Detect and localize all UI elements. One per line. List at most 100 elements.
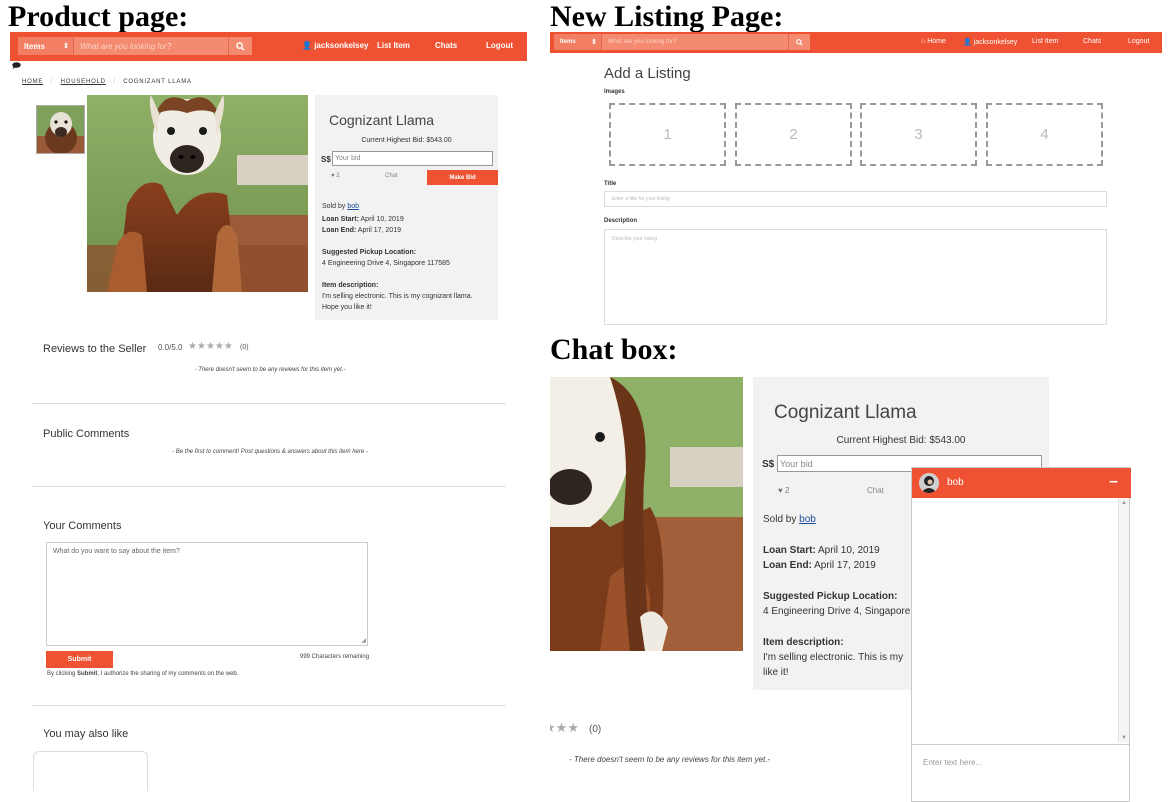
breadcrumb-household[interactable]: HOUSEHOLD — [61, 79, 106, 85]
loan-end-label: Loan End: — [322, 227, 357, 234]
page-title: Add a Listing — [604, 65, 691, 82]
public-comments-title: Public Comments — [43, 428, 130, 440]
heart-icon: ♥ — [331, 173, 335, 179]
chat-messages-area[interactable] — [912, 498, 1129, 743]
seller-link[interactable]: bob — [347, 203, 359, 210]
star-icon: ★ — [555, 720, 568, 735]
chat-box-header[interactable]: bob – — [912, 468, 1131, 498]
new-listing-screenshot: Items ⇕ What are you looking for? ⌂ Home… — [550, 32, 1162, 327]
chat-button[interactable]: Chat — [867, 486, 884, 495]
reviews-empty-message: - There doesn't seem to be any reviews f… — [194, 367, 346, 373]
minimize-icon[interactable]: – — [1109, 473, 1118, 491]
description-label: Item description: — [322, 282, 379, 289]
nav-logout-link[interactable]: Logout — [486, 41, 513, 50]
nav-home-link[interactable]: ⌂ Home — [921, 38, 946, 45]
breadcrumb-home[interactable]: HOME — [22, 79, 43, 85]
image-slot-4[interactable]: 4 — [986, 103, 1103, 166]
search-button[interactable] — [228, 37, 252, 55]
like-button[interactable]: ♥ 2 — [331, 173, 340, 179]
image-slot-number: 3 — [914, 126, 923, 143]
bid-input[interactable]: Your bid — [332, 151, 493, 166]
description-line-1: I'm selling electronic. This is my — [763, 652, 904, 663]
nav-username: jacksonkelsey — [314, 41, 369, 50]
scroll-up-arrow-icon[interactable]: ▲ — [1121, 500, 1127, 506]
search-input[interactable]: What are you looking for? — [74, 37, 228, 55]
divider — [32, 486, 506, 487]
resize-handle-icon[interactable]: ◢ — [361, 638, 366, 644]
reviews-title: Reviews to the Seller — [43, 343, 147, 355]
description-line-2: Hope you like it! — [322, 304, 372, 311]
product-main-photo[interactable] — [550, 377, 743, 651]
category-select[interactable]: Items ⇕ — [18, 37, 74, 55]
comment-textarea[interactable]: What do you want to say about the item? … — [46, 542, 368, 646]
product-main-photo[interactable] — [87, 95, 308, 292]
nav-user-link[interactable]: 👤 jacksonkelsey — [302, 41, 368, 50]
consent-bold: Submit — [77, 671, 98, 677]
characters-remaining: 999 Characters remaining — [300, 654, 370, 660]
pickup-value: 4 Engineering Drive 4, Singapore — [763, 606, 911, 617]
category-select[interactable]: Items ⇕ — [554, 34, 602, 50]
star-icon: ★ — [567, 720, 579, 735]
updown-chevron-icon: ⇕ — [591, 38, 597, 46]
heart-icon: ♥ — [778, 486, 783, 495]
loan-start-label: Loan Start: — [322, 216, 359, 223]
nav-chats-link[interactable]: Chats — [1083, 38, 1101, 45]
listing-description-textarea[interactable]: Describe your listing — [604, 229, 1107, 325]
divider — [32, 705, 506, 706]
nav-list-item-link[interactable]: List Item — [1032, 38, 1058, 45]
chat-box-heading: Chat box: — [550, 333, 678, 366]
like-count: 2 — [784, 486, 790, 495]
description-label: Item description: — [763, 637, 844, 648]
title-label: Title — [604, 181, 617, 187]
submit-button[interactable]: Submit — [46, 651, 113, 668]
make-bid-button[interactable]: Make Bid — [427, 170, 498, 185]
recommendation-card[interactable] — [33, 751, 148, 791]
bid-input-placeholder: Your bid — [780, 458, 813, 469]
scroll-down-arrow-icon[interactable]: ▼ — [1121, 735, 1127, 741]
image-slot-3[interactable]: 3 — [860, 103, 977, 166]
chat-message-input[interactable]: Enter text here... — [912, 745, 1129, 801]
chat-button[interactable]: Chat — [385, 173, 398, 179]
loan-start-value: April 10, 2019 — [360, 216, 404, 223]
product-thumbnail[interactable] — [36, 105, 85, 154]
image-slot-number: 2 — [789, 126, 798, 143]
seller-link[interactable]: bob — [799, 514, 816, 525]
listing-title-input[interactable]: Enter a title for your listing — [604, 191, 1107, 207]
consent-note: By clicking Submit, I authorize the shar… — [47, 671, 238, 677]
image-slot-1[interactable]: 1 — [609, 103, 726, 166]
star-icon: ★ — [205, 341, 215, 352]
public-comments-empty: - Be the first to comment! Post question… — [172, 449, 368, 455]
user-icon: 👤 — [963, 39, 972, 46]
nav-logout-link[interactable]: Logout — [1128, 38, 1149, 45]
llama-photo-image — [550, 377, 743, 651]
image-slot-number: 4 — [1040, 126, 1049, 143]
image-slot-2[interactable]: 2 — [735, 103, 852, 166]
item-title: Cognizant Llama — [329, 112, 435, 128]
nav-user-link[interactable]: 👤 jacksonkelsey — [963, 38, 1017, 46]
divider — [32, 403, 506, 404]
nav-username: jacksonkelsey — [973, 39, 1018, 46]
chat-input-placeholder: Enter text here... — [923, 758, 983, 767]
pickup-label: Suggested Pickup Location: — [322, 249, 417, 256]
nav-list-item-link[interactable]: List Item — [377, 41, 410, 50]
chat-scrollbar[interactable]: ▲ ▼ — [1118, 498, 1129, 743]
like-button[interactable]: ♥ 2 — [778, 486, 789, 495]
new-listing-heading: New Listing Page: — [550, 0, 784, 33]
review-score: 0.0/5.0 — [158, 343, 183, 352]
nav-home-label: Home — [927, 38, 946, 45]
star-icon: ★ — [188, 341, 197, 352]
search-input[interactable]: What are you looking for? — [602, 34, 788, 50]
avatar — [919, 473, 939, 493]
loan-end: Loan End: April 17, 2019 — [322, 227, 401, 234]
chat-box-screenshot: Cognizant Llama Current Highest Bid: $54… — [550, 377, 1150, 802]
description-line-2: like it! — [763, 667, 789, 678]
search-button[interactable] — [788, 34, 810, 50]
reviews-empty-message: - There doesn't seem to be any reviews f… — [569, 755, 771, 764]
category-select-value: Items — [24, 41, 45, 51]
pickup-label: Suggested Pickup Location: — [763, 591, 898, 602]
product-page-screenshot: Items ⇕ What are you looking for? 👤 jack… — [0, 0, 540, 802]
chat-bubble-icon[interactable] — [12, 62, 21, 69]
search-icon — [236, 41, 245, 51]
nav-chats-link[interactable]: Chats — [435, 41, 457, 50]
search-placeholder: What are you looking for? — [608, 39, 677, 45]
